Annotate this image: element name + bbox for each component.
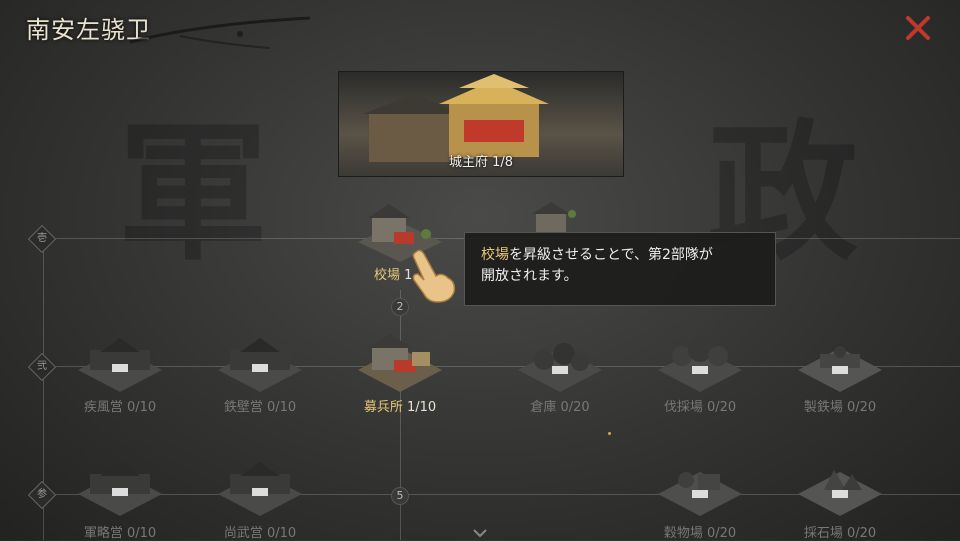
building-teppekiei[interactable] (214, 330, 306, 400)
spark-decoration (608, 432, 611, 435)
building-souko-label: 倉庫 0/20 (490, 396, 630, 415)
tooltip-highlight: 校場 (481, 247, 509, 263)
building-souko-level: 0/20 (560, 400, 590, 415)
building-souko-name: 倉庫 (530, 400, 557, 415)
building-shippuei-label: 疾風営 0/10 (50, 396, 190, 415)
building-kokumotsujou-name: 穀物場 (663, 526, 703, 541)
building-shippuei[interactable] (74, 330, 166, 400)
tutorial-tooltip: 校場を昇級させることで、第2部隊が 開放されます。 (464, 232, 776, 306)
building-saisekijou-label: 採石場 0/20 (770, 522, 910, 541)
building-kokumotsujou-label: 穀物場 0/20 (630, 522, 770, 541)
locked-fort-image (78, 338, 162, 392)
building-gunryakuei[interactable] (74, 454, 166, 524)
row-marker-2: 弐 (27, 352, 57, 382)
building-gunryakuei-level: 0/10 (126, 526, 157, 541)
locked-warehouse-image (518, 343, 602, 392)
building-boheisho[interactable] (354, 330, 446, 400)
building-seitetsujou-level: 0/20 (846, 400, 877, 415)
locked-fort-image (218, 338, 302, 392)
row-marker-3: 参 (27, 480, 57, 510)
brush-stroke-decoration (129, 16, 311, 49)
row-marker-1: 壱 (27, 224, 57, 254)
locked-fort-image (218, 462, 302, 516)
pointing-hand-icon (412, 249, 456, 303)
building-boheisho-label: 募兵所 1/10 (330, 396, 470, 415)
building-saisekijou[interactable] (794, 454, 886, 524)
tooltip-line2-text: 開放されます。 (481, 268, 578, 284)
chevron-down-icon[interactable] (472, 528, 488, 538)
building-teppekiei-level: 0/10 (266, 400, 297, 415)
tooltip-line1-text: を昇級させることで、第2部隊が (509, 247, 713, 263)
building-bassaijou[interactable] (654, 330, 746, 400)
building-kokumotsujou-level: 0/20 (706, 526, 737, 541)
building-boheisho-name: 募兵所 (363, 400, 403, 415)
building-bassaijou-name: 伐採場 (663, 400, 703, 415)
bg-glyph-military: 軍 (118, 105, 269, 281)
building-kouba-name: 校場 (374, 268, 401, 283)
locked-farm-image (658, 472, 742, 516)
row-marker-3-text: 参 (37, 489, 47, 500)
building-boheisho-level: 1/10 (406, 400, 437, 415)
locked-ironworks-image (798, 346, 882, 392)
locked-fort-image (78, 462, 162, 516)
city-lord-mansion-label: 城主府 1/8 (448, 155, 514, 170)
building-teppekiei-name: 鉄壁営 (223, 400, 263, 415)
close-icon[interactable] (904, 14, 932, 42)
building-shippuei-level: 0/10 (126, 400, 157, 415)
building-seitetsujou-label: 製鉄場 0/20 (770, 396, 910, 415)
barracks-image (358, 334, 442, 392)
building-kokumotsujou[interactable] (654, 454, 746, 524)
building-shippuei-name: 疾風営 (83, 400, 123, 415)
building-gunryakuei-label: 軍略営 0/10 (50, 522, 190, 541)
row-marker-1-text: 壱 (37, 233, 47, 244)
building-saisekijou-level: 0/20 (846, 526, 877, 541)
building-seitetsujou[interactable] (794, 330, 886, 400)
building-teppekiei-label: 鉄壁営 0/10 (190, 396, 330, 415)
building-shoubuei-label: 尚武営 0/10 (190, 522, 330, 541)
city-lord-mansion-card[interactable]: 城主府 1/8 (338, 71, 624, 177)
building-bassaijou-level: 0/20 (706, 400, 737, 415)
building-seitetsujou-name: 製鉄場 (803, 400, 843, 415)
row-marker-2-text: 弐 (37, 361, 47, 372)
building-souko[interactable] (514, 330, 606, 400)
locked-quarry-image (798, 470, 882, 516)
building-shoubuei-level: 0/10 (266, 526, 297, 541)
building-saisekijou-name: 採石場 (803, 526, 843, 541)
building-bassaijou-label: 伐採場 0/20 (630, 396, 770, 415)
locked-lumber-image (658, 338, 742, 392)
building-gunryakuei-name: 軍略営 (83, 526, 123, 541)
connector-number-5: 5 (391, 487, 409, 505)
building-shoubuei[interactable] (214, 454, 306, 524)
building-shoubuei-name: 尚武営 (223, 526, 263, 541)
